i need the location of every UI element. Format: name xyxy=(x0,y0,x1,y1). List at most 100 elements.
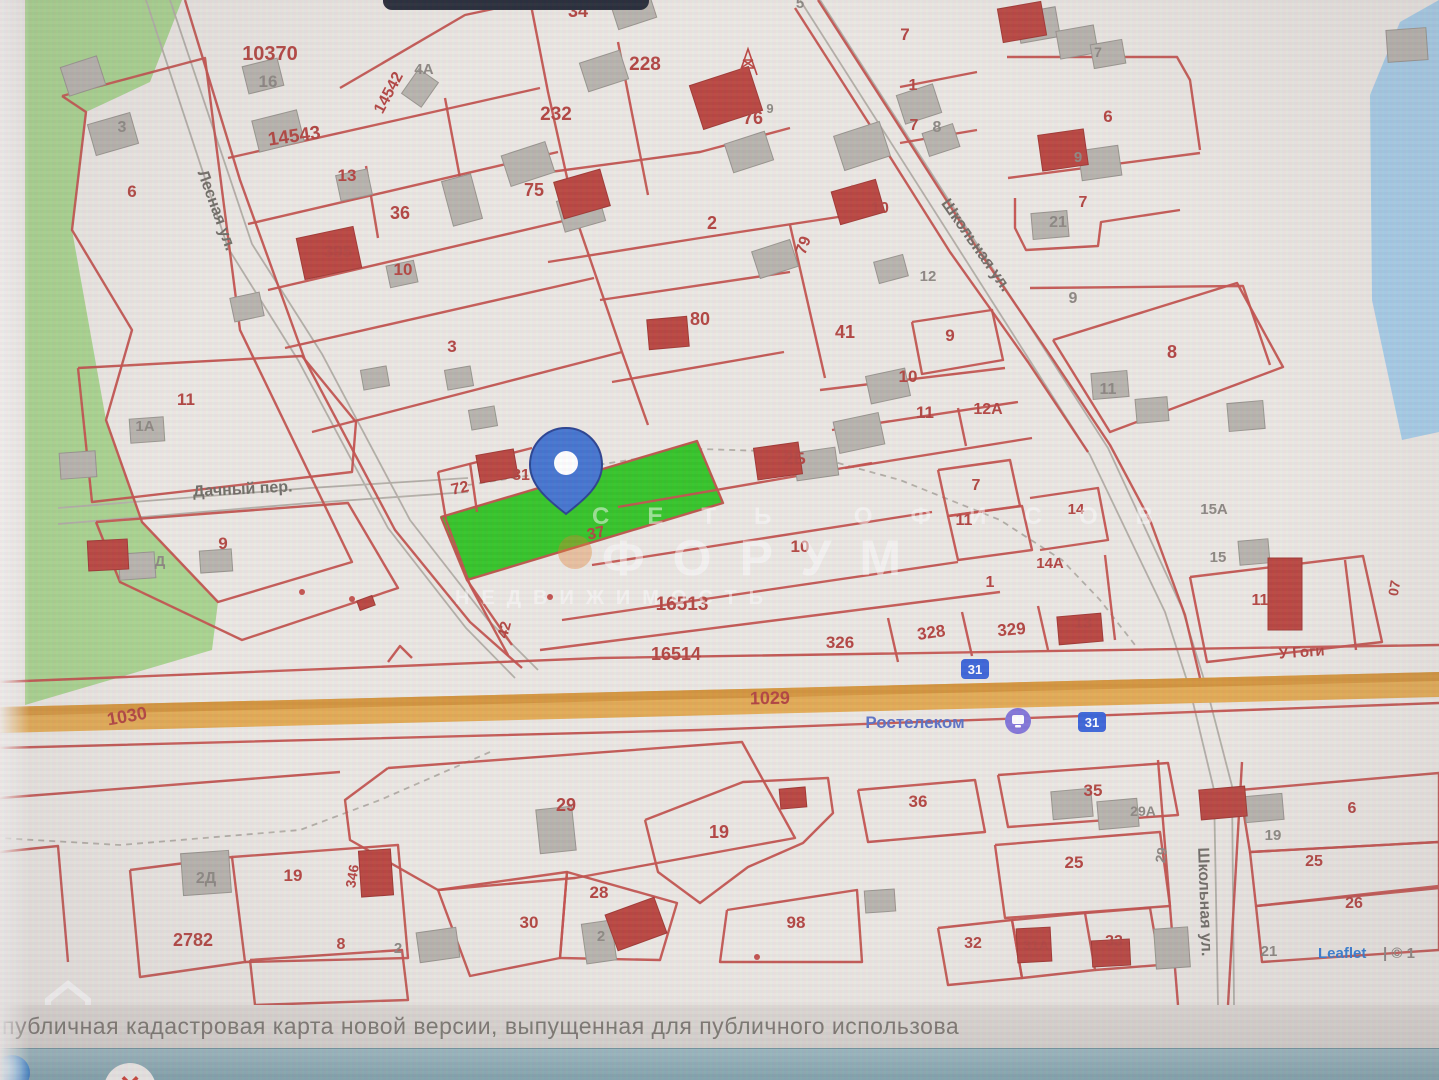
survey-point xyxy=(349,596,355,602)
parcel-number-label: 7 xyxy=(1079,194,1088,211)
svg-text:ФОРУМ: ФОРУМ xyxy=(602,530,929,586)
parcel-number-label: 9 xyxy=(1074,149,1082,166)
parcel-number-label: 13 xyxy=(338,166,357,185)
building xyxy=(1153,926,1191,970)
parcel-number-label: 2782 xyxy=(173,930,213,950)
parcel-number-label: 10370 xyxy=(242,43,298,65)
parcel-number-label: 12 xyxy=(920,268,937,285)
registered-building xyxy=(1267,557,1303,631)
parcel-number-label: 7 xyxy=(972,477,981,494)
screen: 10370 16 14542 4А 14543 13 36 395 10 3 3 6 34 228 232 7… xyxy=(0,0,1439,1080)
parcel-number-label: 4А xyxy=(414,61,433,78)
parcel-number-label: 10 xyxy=(899,367,918,386)
parcel-number-label: 21 xyxy=(1049,214,1067,231)
route-badge: 31 xyxy=(961,659,989,679)
parcel-number-label: 7 xyxy=(900,25,909,44)
building xyxy=(1226,399,1266,433)
svg-text:| © 1: | © 1 xyxy=(1383,945,1415,962)
parcel-number-label: 328 xyxy=(916,621,947,644)
building xyxy=(58,450,98,480)
parcel-number-label: 29 xyxy=(1152,846,1170,864)
parcel-number-label: 3 xyxy=(118,119,127,136)
parcel-number-label: 11 xyxy=(916,403,934,422)
route-badge: 31 xyxy=(1078,712,1106,732)
parcel-number-label: 75 xyxy=(524,180,544,200)
parcel-number-label: 07 xyxy=(1385,579,1403,597)
parcel-number-label: 19 xyxy=(709,822,729,842)
parcel-number-label: 329 xyxy=(997,619,1027,640)
parcel-number-label: 10 xyxy=(871,200,889,217)
parcel-number-label: 19 xyxy=(1265,827,1282,844)
parcel-number-label: 9 xyxy=(766,101,773,116)
parcel-number-label: 1 xyxy=(909,77,918,94)
parcel-number-label: 33 xyxy=(1105,933,1123,950)
leaflet-link: Leaflet xyxy=(1318,945,1366,962)
parcel-number-label: 12А xyxy=(973,401,1003,418)
registered-building xyxy=(778,786,808,810)
registered-building xyxy=(357,848,395,898)
parcel-number-label: 2 xyxy=(707,213,717,233)
parcel-number-label: 98 xyxy=(787,913,806,932)
parcel-number-label: 2 xyxy=(597,928,605,945)
parcel-number-label: 8 xyxy=(337,936,346,953)
building xyxy=(1243,792,1285,824)
parcel-number-label: 9 xyxy=(945,326,954,345)
parcel-number-label: 11 xyxy=(177,390,195,409)
parcel-number-label: 8 xyxy=(933,119,942,136)
building xyxy=(415,926,461,964)
svg-text:31: 31 xyxy=(968,662,982,677)
parcel-number-label: 395 xyxy=(324,242,352,261)
parcel-number-label: 1029 xyxy=(750,688,790,709)
parcel-number-label: 11 xyxy=(1252,592,1269,609)
parcel-number-label: 25 xyxy=(1065,853,1084,872)
parcel-number-label: 3 xyxy=(447,337,456,356)
top-tooltip-remnant xyxy=(383,0,649,10)
parcel-number-label: 35 xyxy=(1084,781,1103,800)
parcel-number-label: 1 xyxy=(986,574,995,591)
building xyxy=(1385,27,1429,63)
parcel-number-label: 81 xyxy=(512,467,530,484)
parcel-number-label: 32 xyxy=(964,935,982,952)
parcel-number-label: 29А xyxy=(1130,803,1156,819)
parcel-number-label: 72 xyxy=(450,478,471,498)
parcel-number-label: 25 xyxy=(1305,853,1323,870)
parcel-number-label: 9 xyxy=(218,534,227,553)
parcel-number-label: 6 xyxy=(1348,800,1357,817)
caption-strip: публичная кадастровая карта новой версии… xyxy=(0,1005,1439,1048)
cadastral-map[interactable]: 1037016 14542 4А1454313363951033634228232 7… xyxy=(0,0,1439,1080)
parcel-number-label: 36 xyxy=(390,203,410,223)
parcel-number-label: 13 xyxy=(1074,615,1092,632)
registered-building xyxy=(1198,785,1248,821)
registered-building xyxy=(996,0,1048,44)
parcel-number-label: 16 xyxy=(259,72,278,91)
browser-icon[interactable] xyxy=(0,1055,30,1080)
survey-point xyxy=(299,589,305,595)
parcel-number-label: 1А xyxy=(135,418,154,435)
parcel-number-label: 8 xyxy=(1167,342,1177,362)
building xyxy=(1134,396,1170,424)
parcel-number-label: 21 xyxy=(1261,943,1278,960)
registered-building xyxy=(646,315,690,351)
parcel-number-label: 36 xyxy=(909,792,928,811)
parcel-number-label: 28 xyxy=(590,883,609,902)
parcel-number-label: 80 xyxy=(690,309,710,329)
parcel-number-label: 41 xyxy=(835,322,855,342)
parcel-number-label: 7 xyxy=(1094,44,1102,60)
parcel-number-label: 326 xyxy=(826,633,854,652)
building xyxy=(467,405,499,431)
taskbar[interactable]: × xyxy=(0,1048,1439,1080)
parcel-number-label: 228 xyxy=(629,54,661,75)
close-tab-icon[interactable]: × xyxy=(104,1063,156,1080)
registered-building xyxy=(86,538,130,572)
parcel-number-label: 2Б xyxy=(784,449,806,468)
caption-text: публичная кадастровая карта новой версии… xyxy=(2,1013,960,1039)
parcel-number-label: 2Д xyxy=(196,870,217,887)
parcel-number-label: 19 xyxy=(284,866,303,885)
parcel-number-label: 2 xyxy=(394,940,402,957)
parcel-number-label: 30 xyxy=(520,913,539,932)
parcel-number-label: Д xyxy=(155,553,166,570)
parcel-number-label: 16514 xyxy=(651,644,701,664)
parcel-number-label: 6 xyxy=(127,182,136,201)
parcel-number-label: 5 xyxy=(796,0,804,12)
svg-text:31: 31 xyxy=(1085,715,1099,730)
